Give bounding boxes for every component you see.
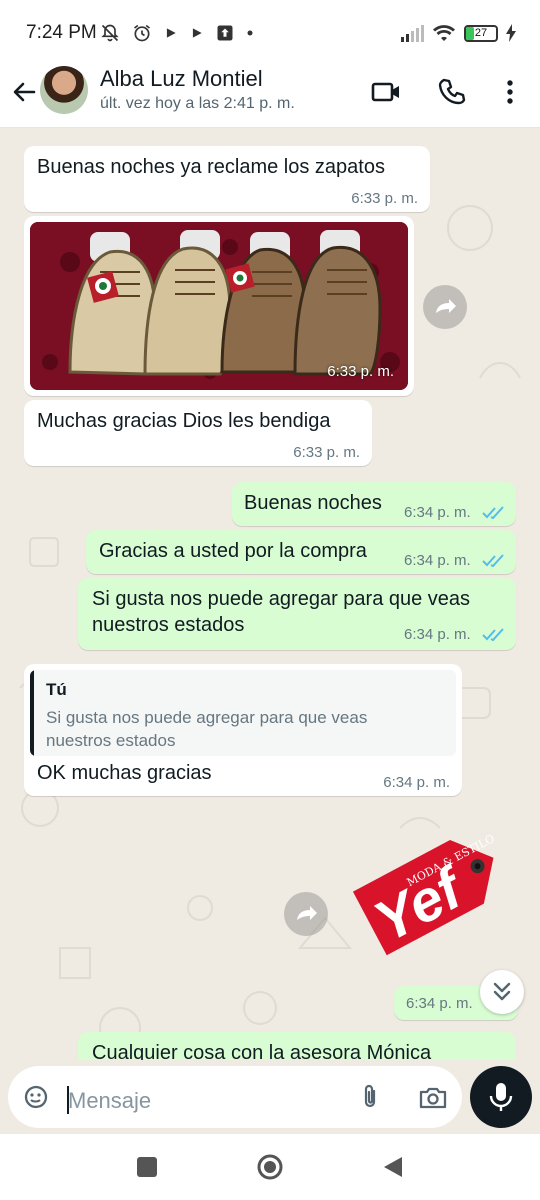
message-placeholder: Mensaje xyxy=(68,1088,152,1113)
recents-icon[interactable] xyxy=(136,1156,158,1178)
play-icon xyxy=(192,28,202,38)
message-text: OK muchas gracias xyxy=(37,762,212,784)
quote-text: Si gusta nos puede agregar para que veas… xyxy=(46,708,368,750)
attach-icon[interactable] xyxy=(356,1083,384,1111)
message-time: 6:34 p. m. xyxy=(406,995,473,1012)
message-incoming[interactable]: Muchas gracias Dios les bendiga 6:33 p. … xyxy=(24,400,372,466)
message-input[interactable]: Mensaje xyxy=(8,1066,462,1128)
contact-name[interactable]: Alba Luz Montiel xyxy=(100,66,263,92)
message-text: Muchas gracias Dios les bendiga xyxy=(37,410,331,432)
read-ticks-icon xyxy=(482,506,504,520)
battery-level: 27 xyxy=(474,26,488,39)
shoes-photo[interactable]: 6:33 p. m. xyxy=(30,222,408,390)
message-time: 6:34 p. m. xyxy=(383,774,450,791)
message-time: 6:34 p. m. xyxy=(404,504,471,521)
message-text: Buenas noches ya reclame los zapatos xyxy=(37,156,385,178)
message-text: Gracias a usted por la compra xyxy=(99,540,367,562)
home-icon[interactable] xyxy=(256,1153,284,1181)
message-time: 6:33 p. m. xyxy=(351,190,418,207)
message-outgoing[interactable]: Buenas noches 6:34 p. m. xyxy=(232,482,516,526)
upload-icon xyxy=(217,25,233,41)
mic-icon xyxy=(489,1083,513,1111)
message-text: Cualquier cosa con la asesora Mónica xyxy=(92,1042,432,1060)
dot-icon xyxy=(247,30,253,36)
chat-area[interactable]: Buenas noches ya reclame los zapatos 6:3… xyxy=(0,128,540,1060)
forward-icon xyxy=(436,299,456,313)
message-incoming-reply[interactable]: Tú Si gusta nos puede agregar para que v… xyxy=(24,664,462,796)
double-chevron-down-icon xyxy=(493,982,511,1001)
status-icons-right: 27 xyxy=(400,22,516,44)
battery-icon: 27 xyxy=(464,24,498,42)
phone-icon[interactable] xyxy=(436,76,468,108)
status-icons-left xyxy=(100,22,254,44)
status-bar: 7:24 PM 27 xyxy=(0,0,540,62)
play-icon xyxy=(166,28,176,38)
video-call-icon[interactable] xyxy=(370,76,402,108)
input-bar: Mensaje xyxy=(0,1060,540,1134)
message-outgoing[interactable]: Gracias a usted por la compra 6:34 p. m. xyxy=(86,530,516,574)
camera-icon[interactable] xyxy=(418,1083,448,1111)
message-text-line: nuestros estados xyxy=(92,614,245,636)
avatar[interactable] xyxy=(40,66,88,114)
system-nav-bar xyxy=(0,1134,540,1200)
forward-icon xyxy=(297,906,317,920)
mic-button[interactable] xyxy=(470,1066,532,1128)
message-time: 6:34 p. m. xyxy=(404,626,471,643)
alarm-icon xyxy=(134,24,150,42)
signal-icon xyxy=(401,25,424,42)
message-time: 6:33 p. m. xyxy=(293,444,360,461)
quoted-message[interactable]: Tú Si gusta nos puede agregar para que v… xyxy=(30,670,456,756)
wifi-icon xyxy=(433,25,455,41)
scroll-down-button[interactable] xyxy=(480,970,524,1014)
message-outgoing[interactable]: Si gusta nos puede agregar para que veas… xyxy=(78,578,516,650)
message-incoming[interactable]: Buenas noches ya reclame los zapatos 6:3… xyxy=(24,146,430,212)
notifications-off-icon xyxy=(101,24,119,42)
message-time: 6:34 p. m. xyxy=(404,552,471,569)
message-outgoing[interactable]: Cualquier cosa con la asesora Mónica xyxy=(78,1032,516,1060)
back-arrow-icon[interactable] xyxy=(8,76,40,108)
back-triangle-icon[interactable] xyxy=(382,1155,404,1179)
message-text-line: Si gusta nos puede agregar para que veas xyxy=(92,588,471,610)
quote-author: Tú xyxy=(46,680,67,699)
last-seen: últ. vez hoy a las 2:41 p. m. xyxy=(100,95,295,112)
chat-header: Alba Luz Montiel últ. vez hoy a las 2:41… xyxy=(0,62,540,128)
status-time: 7:24 PM xyxy=(26,22,97,43)
forward-button[interactable] xyxy=(423,285,467,329)
charging-icon xyxy=(506,24,516,42)
read-ticks-icon xyxy=(482,628,504,642)
message-text: Buenas noches xyxy=(244,492,382,514)
read-ticks-icon xyxy=(482,554,504,568)
quote-bar xyxy=(30,670,34,756)
forward-button[interactable] xyxy=(284,892,328,936)
sticker-icon[interactable] xyxy=(22,1083,50,1111)
more-vert-icon[interactable] xyxy=(494,76,526,108)
message-time: 6:33 p. m. xyxy=(327,363,394,380)
sticker-message[interactable]: MODA & ESTILO Yef xyxy=(344,812,514,972)
message-incoming-image[interactable]: 6:33 p. m. xyxy=(24,216,414,396)
